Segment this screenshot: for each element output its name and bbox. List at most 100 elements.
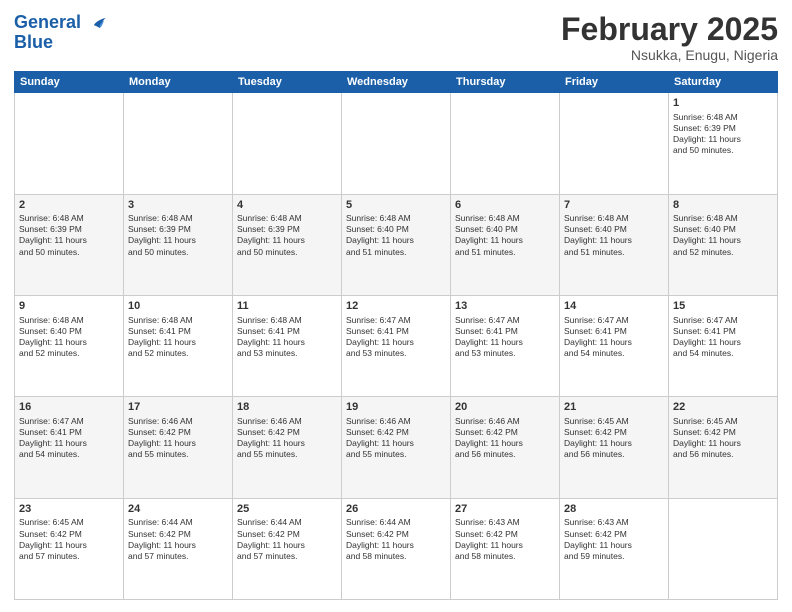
day-detail: Sunrise: 6:48 AMSunset: 6:40 PMDaylight:… — [455, 213, 555, 257]
weekday-header-saturday: Saturday — [669, 72, 778, 93]
day-number: 12 — [346, 299, 446, 314]
day-number: 10 — [128, 299, 228, 314]
logo: General Blue — [14, 12, 110, 53]
day-number: 19 — [346, 400, 446, 415]
weekday-header-friday: Friday — [560, 72, 669, 93]
calendar-cell: 1Sunrise: 6:48 AMSunset: 6:39 PMDaylight… — [669, 93, 778, 194]
calendar-cell: 11Sunrise: 6:48 AMSunset: 6:41 PMDayligh… — [233, 295, 342, 396]
calendar-cell: 5Sunrise: 6:48 AMSunset: 6:40 PMDaylight… — [342, 194, 451, 295]
day-number: 2 — [19, 198, 119, 213]
calendar-week-row: 2Sunrise: 6:48 AMSunset: 6:39 PMDaylight… — [15, 194, 778, 295]
day-number: 23 — [19, 502, 119, 517]
calendar-cell — [669, 498, 778, 599]
calendar-cell: 13Sunrise: 6:47 AMSunset: 6:41 PMDayligh… — [451, 295, 560, 396]
day-number: 15 — [673, 299, 773, 314]
day-detail: Sunrise: 6:48 AMSunset: 6:40 PMDaylight:… — [346, 213, 446, 257]
day-detail: Sunrise: 6:48 AMSunset: 6:41 PMDaylight:… — [128, 315, 228, 359]
logo-bird-icon — [88, 12, 110, 34]
day-number: 16 — [19, 400, 119, 415]
day-detail: Sunrise: 6:44 AMSunset: 6:42 PMDaylight:… — [346, 517, 446, 561]
calendar-cell: 28Sunrise: 6:43 AMSunset: 6:42 PMDayligh… — [560, 498, 669, 599]
day-number: 20 — [455, 400, 555, 415]
logo-blue-text: Blue — [14, 32, 110, 53]
day-detail: Sunrise: 6:47 AMSunset: 6:41 PMDaylight:… — [346, 315, 446, 359]
day-detail: Sunrise: 6:43 AMSunset: 6:42 PMDaylight:… — [455, 517, 555, 561]
day-number: 9 — [19, 299, 119, 314]
calendar-cell: 10Sunrise: 6:48 AMSunset: 6:41 PMDayligh… — [124, 295, 233, 396]
day-detail: Sunrise: 6:48 AMSunset: 6:39 PMDaylight:… — [128, 213, 228, 257]
day-detail: Sunrise: 6:48 AMSunset: 6:39 PMDaylight:… — [237, 213, 337, 257]
calendar-cell — [233, 93, 342, 194]
calendar-cell: 23Sunrise: 6:45 AMSunset: 6:42 PMDayligh… — [15, 498, 124, 599]
day-number: 25 — [237, 502, 337, 517]
day-number: 28 — [564, 502, 664, 517]
calendar-cell: 20Sunrise: 6:46 AMSunset: 6:42 PMDayligh… — [451, 397, 560, 498]
day-number: 27 — [455, 502, 555, 517]
logo-text: General — [14, 12, 110, 34]
day-detail: Sunrise: 6:45 AMSunset: 6:42 PMDaylight:… — [564, 416, 664, 460]
day-number: 6 — [455, 198, 555, 213]
calendar-cell: 9Sunrise: 6:48 AMSunset: 6:40 PMDaylight… — [15, 295, 124, 396]
day-detail: Sunrise: 6:47 AMSunset: 6:41 PMDaylight:… — [19, 416, 119, 460]
calendar-week-row: 16Sunrise: 6:47 AMSunset: 6:41 PMDayligh… — [15, 397, 778, 498]
calendar-cell: 17Sunrise: 6:46 AMSunset: 6:42 PMDayligh… — [124, 397, 233, 498]
calendar-cell: 26Sunrise: 6:44 AMSunset: 6:42 PMDayligh… — [342, 498, 451, 599]
day-detail: Sunrise: 6:48 AMSunset: 6:41 PMDaylight:… — [237, 315, 337, 359]
calendar-cell: 12Sunrise: 6:47 AMSunset: 6:41 PMDayligh… — [342, 295, 451, 396]
calendar-cell: 18Sunrise: 6:46 AMSunset: 6:42 PMDayligh… — [233, 397, 342, 498]
day-number: 21 — [564, 400, 664, 415]
calendar-cell: 25Sunrise: 6:44 AMSunset: 6:42 PMDayligh… — [233, 498, 342, 599]
day-detail: Sunrise: 6:46 AMSunset: 6:42 PMDaylight:… — [237, 416, 337, 460]
day-detail: Sunrise: 6:48 AMSunset: 6:40 PMDaylight:… — [564, 213, 664, 257]
calendar-cell — [15, 93, 124, 194]
day-number: 7 — [564, 198, 664, 213]
day-detail: Sunrise: 6:47 AMSunset: 6:41 PMDaylight:… — [455, 315, 555, 359]
day-detail: Sunrise: 6:48 AMSunset: 6:40 PMDaylight:… — [19, 315, 119, 359]
calendar-cell: 22Sunrise: 6:45 AMSunset: 6:42 PMDayligh… — [669, 397, 778, 498]
day-number: 3 — [128, 198, 228, 213]
day-number: 4 — [237, 198, 337, 213]
day-detail: Sunrise: 6:44 AMSunset: 6:42 PMDaylight:… — [128, 517, 228, 561]
calendar-cell — [342, 93, 451, 194]
header: General Blue February 2025 Nsukka, Enugu… — [14, 12, 778, 63]
calendar-week-row: 23Sunrise: 6:45 AMSunset: 6:42 PMDayligh… — [15, 498, 778, 599]
weekday-header-sunday: Sunday — [15, 72, 124, 93]
day-number: 13 — [455, 299, 555, 314]
day-detail: Sunrise: 6:46 AMSunset: 6:42 PMDaylight:… — [128, 416, 228, 460]
calendar-cell: 8Sunrise: 6:48 AMSunset: 6:40 PMDaylight… — [669, 194, 778, 295]
weekday-header-wednesday: Wednesday — [342, 72, 451, 93]
location: Nsukka, Enugu, Nigeria — [561, 47, 778, 63]
day-detail: Sunrise: 6:48 AMSunset: 6:39 PMDaylight:… — [19, 213, 119, 257]
calendar-cell — [124, 93, 233, 194]
day-detail: Sunrise: 6:46 AMSunset: 6:42 PMDaylight:… — [346, 416, 446, 460]
calendar-table: SundayMondayTuesdayWednesdayThursdayFrid… — [14, 71, 778, 600]
day-number: 1 — [673, 96, 773, 111]
calendar-cell: 24Sunrise: 6:44 AMSunset: 6:42 PMDayligh… — [124, 498, 233, 599]
day-detail: Sunrise: 6:48 AMSunset: 6:39 PMDaylight:… — [673, 112, 773, 156]
month-title: February 2025 — [561, 12, 778, 47]
day-number: 11 — [237, 299, 337, 314]
calendar-cell: 14Sunrise: 6:47 AMSunset: 6:41 PMDayligh… — [560, 295, 669, 396]
calendar-cell — [451, 93, 560, 194]
day-number: 8 — [673, 198, 773, 213]
day-detail: Sunrise: 6:47 AMSunset: 6:41 PMDaylight:… — [564, 315, 664, 359]
calendar-cell: 3Sunrise: 6:48 AMSunset: 6:39 PMDaylight… — [124, 194, 233, 295]
weekday-header-tuesday: Tuesday — [233, 72, 342, 93]
calendar-cell — [560, 93, 669, 194]
day-detail: Sunrise: 6:44 AMSunset: 6:42 PMDaylight:… — [237, 517, 337, 561]
calendar-cell: 4Sunrise: 6:48 AMSunset: 6:39 PMDaylight… — [233, 194, 342, 295]
calendar-week-row: 1Sunrise: 6:48 AMSunset: 6:39 PMDaylight… — [15, 93, 778, 194]
calendar-week-row: 9Sunrise: 6:48 AMSunset: 6:40 PMDaylight… — [15, 295, 778, 396]
day-detail: Sunrise: 6:45 AMSunset: 6:42 PMDaylight:… — [673, 416, 773, 460]
weekday-header-monday: Monday — [124, 72, 233, 93]
day-number: 24 — [128, 502, 228, 517]
day-detail: Sunrise: 6:46 AMSunset: 6:42 PMDaylight:… — [455, 416, 555, 460]
weekday-header-thursday: Thursday — [451, 72, 560, 93]
day-number: 22 — [673, 400, 773, 415]
calendar-cell: 19Sunrise: 6:46 AMSunset: 6:42 PMDayligh… — [342, 397, 451, 498]
day-detail: Sunrise: 6:47 AMSunset: 6:41 PMDaylight:… — [673, 315, 773, 359]
calendar-cell: 16Sunrise: 6:47 AMSunset: 6:41 PMDayligh… — [15, 397, 124, 498]
day-detail: Sunrise: 6:48 AMSunset: 6:40 PMDaylight:… — [673, 213, 773, 257]
day-number: 17 — [128, 400, 228, 415]
day-number: 14 — [564, 299, 664, 314]
